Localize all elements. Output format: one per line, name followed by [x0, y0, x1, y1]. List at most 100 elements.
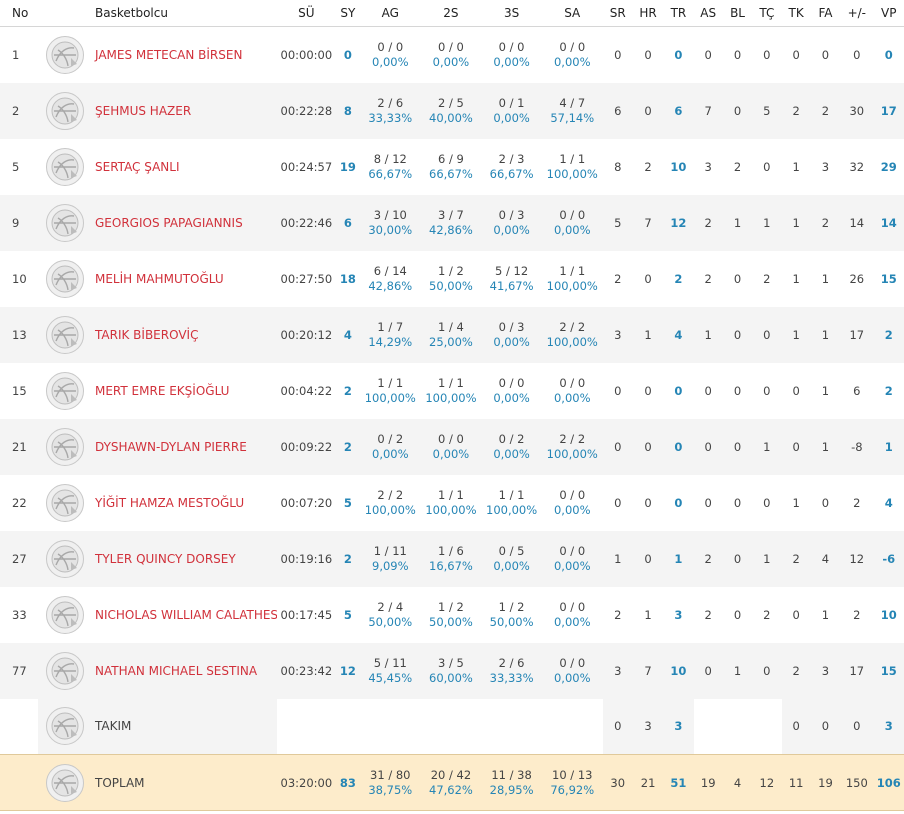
player-tc: 0 — [752, 138, 782, 195]
player-tc: 1 — [752, 194, 782, 251]
player-2s: 1 / 6 16,67% — [420, 530, 482, 587]
header-tc[interactable]: TÇ — [752, 0, 782, 27]
player-name-link[interactable]: DYSHAWN-DYLAN PIERRE — [91, 418, 278, 475]
player-plus-minus: 2 — [840, 474, 874, 531]
player-bl: 0 — [722, 306, 753, 363]
player-bl: 0 — [722, 474, 753, 531]
player-hr: 0 — [632, 362, 664, 419]
total-plus-minus: 150 — [840, 754, 874, 811]
player-ag: 2 / 2 100,00% — [359, 474, 421, 531]
player-name-link[interactable]: MERT EMRE EKŞİOĞLU — [91, 362, 278, 419]
header-vp[interactable]: VP — [873, 0, 904, 27]
total-as: 19 — [693, 754, 723, 811]
player-2s: 1 / 2 50,00% — [420, 586, 482, 643]
header-row: No Basketbolcu SÜ SY AG 2S 3S SA SR HR T… — [0, 0, 904, 27]
player-name-link[interactable]: ŞEHMUS HAZER — [91, 82, 278, 139]
player-su: 00:00:00 — [277, 26, 336, 83]
player-su: 00:17:45 — [277, 586, 336, 643]
player-fa: 0 — [810, 474, 841, 531]
header-2s[interactable]: 2S — [420, 0, 482, 27]
player-avatar-icon[interactable] — [45, 203, 84, 242]
header-sr[interactable]: SR — [602, 0, 633, 27]
player-2s: 3 / 7 42,86% — [420, 194, 482, 251]
header-3s[interactable]: 3S — [481, 0, 542, 27]
player-3s: 1 / 1 100,00% — [481, 474, 542, 531]
player-3s: 2 / 3 66,67% — [481, 138, 542, 195]
player-sa: 0 / 0 0,00% — [541, 194, 603, 251]
team-tr: 3 — [663, 698, 694, 755]
header-as[interactable]: AS — [693, 0, 723, 27]
total-fa: 19 — [810, 754, 841, 811]
player-bl: 0 — [722, 418, 753, 475]
player-vp: 10 — [873, 586, 904, 643]
player-name-link[interactable]: MELİH MAHMUTOĞLU — [91, 250, 278, 307]
player-tk: 1 — [781, 306, 811, 363]
player-no: 5 — [0, 138, 39, 195]
header-hr[interactable]: HR — [632, 0, 664, 27]
player-name-link[interactable]: YİĞİT HAMZA MESTOĞLU — [91, 474, 278, 531]
player-2s: 2 / 5 40,00% — [420, 82, 482, 139]
player-su: 00:27:50 — [277, 250, 336, 307]
player-hr: 0 — [632, 82, 664, 139]
header-plus-minus[interactable]: +/- — [840, 0, 874, 27]
player-hr: 0 — [632, 418, 664, 475]
total-3s: 11 / 38 28,95% — [481, 754, 542, 811]
total-bl: 4 — [722, 754, 753, 811]
player-name-link[interactable]: SERTAÇ ŞANLI — [91, 138, 278, 195]
player-sa: 0 / 0 0,00% — [541, 586, 603, 643]
player-row: 77 NATHAN MICHAEL SESTINA 00:23:42 12 5 … — [0, 642, 904, 699]
player-fa: 0 — [810, 26, 841, 83]
box-score-table: No Basketbolcu SÜ SY AG 2S 3S SA SR HR T… — [0, 0, 904, 811]
player-su: 00:22:46 — [277, 194, 336, 251]
player-hr: 0 — [632, 26, 664, 83]
player-sr: 0 — [602, 362, 633, 419]
player-sy: 2 — [335, 418, 360, 475]
header-su[interactable]: SÜ — [277, 0, 336, 27]
player-name-link[interactable]: JAMES METECAN BİRSEN — [91, 26, 278, 83]
player-as: 7 — [693, 82, 723, 139]
player-avatar-icon[interactable] — [45, 651, 84, 690]
player-avatar-icon[interactable] — [45, 539, 84, 578]
player-name-link[interactable]: NICHOLAS WILLIAM CALATHES — [91, 586, 278, 643]
player-3s: 0 / 2 0,00% — [481, 418, 542, 475]
player-3s: 0 / 3 0,00% — [481, 194, 542, 251]
player-tc: 2 — [752, 250, 782, 307]
player-plus-minus: 2 — [840, 586, 874, 643]
player-avatar-icon[interactable] — [45, 147, 84, 186]
player-avatar-icon[interactable] — [45, 91, 84, 130]
player-name-link[interactable]: GEORGIOS PAPAGIANNIS — [91, 194, 278, 251]
header-no[interactable]: No — [0, 0, 39, 27]
team-plus-minus: 0 — [840, 698, 874, 755]
player-avatar-icon[interactable] — [45, 259, 84, 298]
player-ag: 5 / 11 45,45% — [359, 642, 421, 699]
header-tr[interactable]: TR — [663, 0, 694, 27]
header-sa[interactable]: SA — [541, 0, 603, 27]
player-tr: 12 — [663, 194, 694, 251]
player-name-link[interactable]: TARIK BİBEROVİÇ — [91, 306, 278, 363]
player-3s: 2 / 6 33,33% — [481, 642, 542, 699]
total-sa: 10 / 13 76,92% — [541, 754, 603, 811]
header-sy[interactable]: SY — [335, 0, 360, 27]
header-player[interactable]: Basketbolcu — [91, 0, 278, 27]
player-avatar-icon[interactable] — [45, 315, 84, 354]
player-plus-minus: 32 — [840, 138, 874, 195]
player-name-link[interactable]: NATHAN MICHAEL SESTINA — [91, 642, 278, 699]
header-fa[interactable]: FA — [810, 0, 841, 27]
player-avatar-icon[interactable] — [45, 35, 84, 74]
player-hr: 7 — [632, 194, 664, 251]
header-avatar — [38, 0, 91, 27]
header-bl[interactable]: BL — [722, 0, 753, 27]
header-tk[interactable]: TK — [781, 0, 811, 27]
player-avatar-icon[interactable] — [45, 483, 84, 522]
player-avatar-icon[interactable] — [45, 595, 84, 634]
player-avatar-cell — [38, 194, 91, 251]
player-avatar-icon[interactable] — [45, 427, 84, 466]
header-ag[interactable]: AG — [359, 0, 421, 27]
player-tr: 0 — [663, 26, 694, 83]
player-2s: 1 / 4 25,00% — [420, 306, 482, 363]
player-name-link[interactable]: TYLER QUINCY DORSEY — [91, 530, 278, 587]
player-as: 2 — [693, 586, 723, 643]
player-vp: 14 — [873, 194, 904, 251]
player-sa: 1 / 1 100,00% — [541, 138, 603, 195]
player-avatar-icon[interactable] — [45, 371, 84, 410]
